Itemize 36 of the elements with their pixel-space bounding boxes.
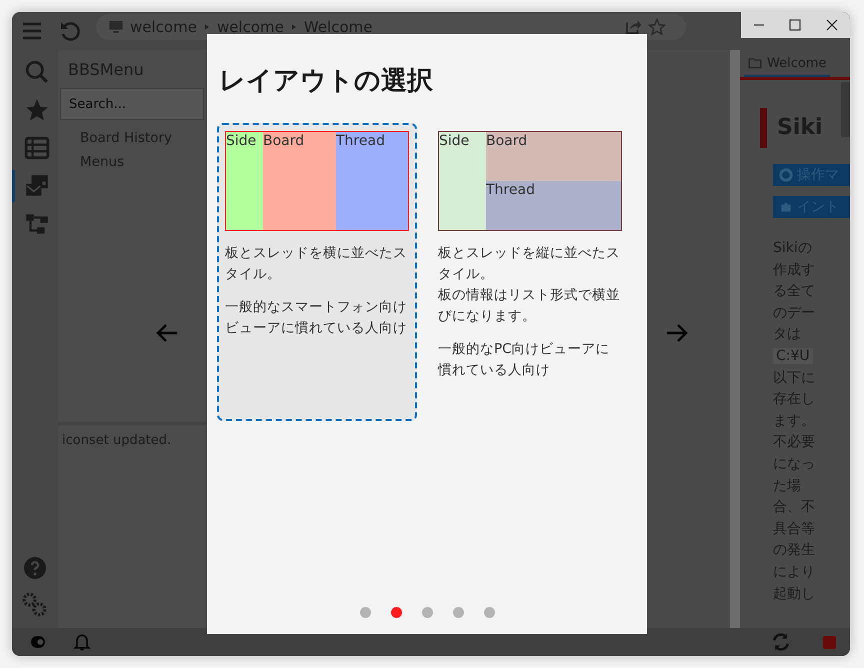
page-dot[interactable] bbox=[484, 607, 494, 618]
refresh-icon[interactable] bbox=[771, 632, 791, 652]
option-description: 板とスレッドを横に並べたスタイル。 bbox=[225, 244, 408, 284]
close-icon[interactable] bbox=[826, 19, 838, 31]
caret-icon bbox=[202, 22, 211, 32]
preview-pane: Thread bbox=[486, 181, 621, 230]
page-dot[interactable] bbox=[390, 607, 402, 618]
option-description: 一般的なPC向けビューアに慣れている人向け bbox=[438, 340, 611, 380]
monitor-icon bbox=[108, 19, 124, 35]
preview-pane: Board bbox=[263, 132, 336, 230]
layout-option-card[interactable]: Side Board Thread 板とスレッドを横に並べたスタイル。 一般的なスマートフォン向けビューアに慣れている人向け bbox=[217, 123, 417, 421]
preview-pane: Board bbox=[486, 132, 621, 181]
share-icon[interactable] bbox=[624, 18, 642, 36]
puzzle-icon bbox=[779, 200, 793, 214]
scrollbar-thumb[interactable] bbox=[841, 82, 850, 137]
splitter[interactable] bbox=[730, 50, 740, 628]
page-dot[interactable] bbox=[360, 607, 370, 618]
layout-option-card[interactable]: Side Board Thread 板とスレッドを縦に並べたスタイル。 板の情報はリスト形式で横並びになります。 一般的なPC向けビューアに慣れている人向け bbox=[430, 123, 630, 421]
page-dot[interactable] bbox=[452, 607, 464, 618]
stop-indicator[interactable] bbox=[823, 636, 836, 648]
undo-icon[interactable] bbox=[58, 19, 82, 43]
caret-icon bbox=[290, 22, 298, 32]
maximize-icon[interactable] bbox=[789, 19, 802, 31]
star-outline-icon[interactable] bbox=[648, 18, 666, 36]
bell-icon[interactable] bbox=[72, 632, 92, 652]
preview-pane: Side bbox=[439, 132, 486, 230]
dialog-title: レイアウトの選択 bbox=[219, 65, 433, 98]
preview-pane: Side bbox=[226, 132, 263, 230]
preview-pane: Thread bbox=[336, 132, 408, 230]
help-icon[interactable] bbox=[23, 556, 47, 580]
lifebuoy-icon bbox=[779, 168, 793, 182]
folder-icon bbox=[748, 56, 762, 70]
option-description: 一般的なスマートフォン向けビューアに慣れている人向け bbox=[225, 298, 408, 338]
search-field[interactable]: Search... bbox=[60, 88, 204, 120]
option-description: 板とスレッドを縦に並べたスタイル。 板の情報はリスト形式で横並びになります。 bbox=[438, 244, 621, 326]
page-dot[interactable] bbox=[422, 607, 432, 618]
